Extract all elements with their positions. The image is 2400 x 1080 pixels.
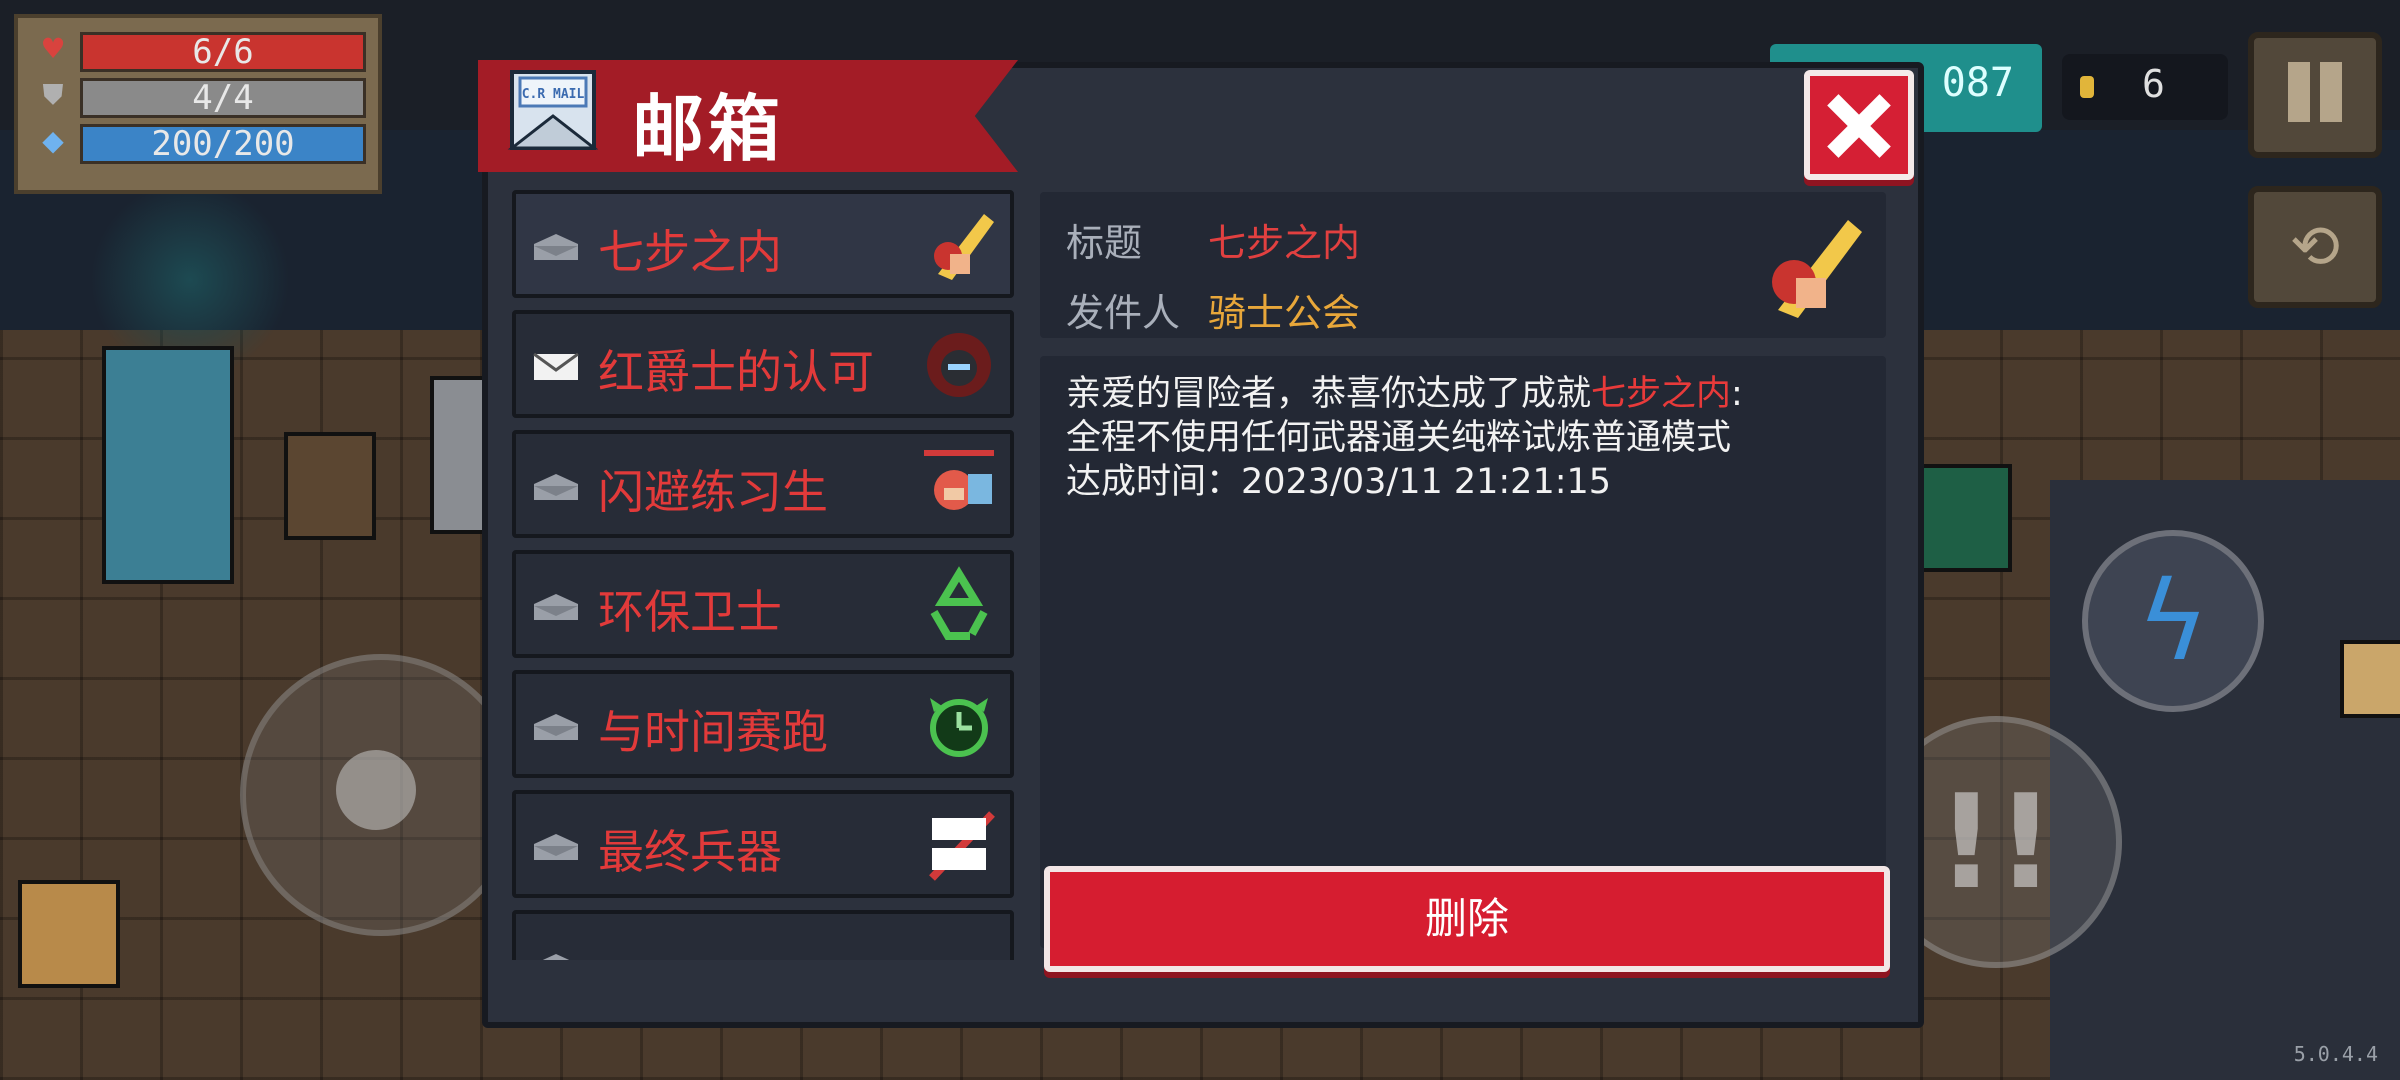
body-line-3: 达成时间：2023/03/11 21:21:15: [1066, 462, 1612, 502]
dialog-title: 邮箱: [632, 87, 785, 171]
pause-icon: [2288, 62, 2310, 122]
coin-value: 6: [2142, 62, 2165, 106]
opened-envelope-icon: [534, 834, 578, 860]
clock-icon: [930, 698, 988, 757]
energy-crystal-icon: ◆: [42, 124, 64, 157]
mail-item[interactable]: 最终兵器: [512, 790, 1014, 898]
swap-icon: ⟲: [2289, 212, 2341, 282]
joystick-knob[interactable]: [336, 750, 416, 830]
vending-machine: [102, 346, 234, 584]
sword-burst-icon: [1772, 220, 1862, 318]
close-button[interactable]: [1804, 70, 1914, 180]
opened-envelope-icon: [534, 474, 578, 500]
final-weapon-icon: [929, 811, 995, 881]
mail-item[interactable]: 闪避练习生: [512, 430, 1014, 538]
cabinet: [284, 432, 376, 540]
red-knight-helmet-icon: [927, 333, 991, 397]
mail-item-label: 红爵士的认可: [598, 345, 874, 399]
dodge-character-icon: [924, 450, 994, 510]
energy-value: 200/200: [80, 124, 366, 164]
shop-counter: [1910, 464, 2012, 572]
mail-item-label: 七步之内: [598, 225, 782, 279]
opened-envelope-icon: [534, 714, 578, 740]
coin-counter: 6: [2062, 54, 2228, 120]
skill-button[interactable]: ϟ: [2082, 530, 2264, 712]
opened-envelope-icon: [542, 954, 570, 960]
hp-row: ♥ 6/6: [38, 30, 368, 72]
notice-board: [2340, 640, 2400, 718]
mailbox-icon: C.R MAIL: [507, 70, 599, 150]
mail-item[interactable]: 红爵士的认可: [512, 310, 1014, 418]
opened-envelope-icon: [534, 594, 578, 620]
armor-value: 4/4: [80, 78, 366, 118]
title-field-label: 标题: [1066, 221, 1143, 265]
mail-body: 亲爱的冒险者，恭喜你达成了成就七步之内: 全程不使用任何武器通关纯粹试炼普通模式…: [1066, 372, 1866, 504]
pause-button[interactable]: [2248, 32, 2382, 158]
attack-icon: !!: [1936, 766, 2056, 918]
closed-envelope-icon: [533, 352, 579, 380]
status-panel: ♥ 6/6 ⛊ 4/4 ◆ 200/200: [14, 14, 382, 194]
npc-character: [18, 880, 120, 988]
lightning-icon: ϟ: [2136, 557, 2210, 685]
mail-item-label: 最终兵器: [598, 825, 782, 879]
mail-item-label: 与时间赛跑: [598, 705, 828, 759]
body-line-2: 全程不使用任何武器通关纯粹试炼普通模式: [1066, 418, 1732, 458]
body-line-1: 亲爱的冒险者，恭喜你达成了成就七步之内:: [1066, 374, 1743, 414]
mail-item-label: 环保卫士: [598, 585, 782, 639]
version-label: 5.0.4.4: [2293, 1042, 2378, 1066]
delete-button[interactable]: 删除: [1044, 866, 1890, 972]
mail-item[interactable]: 七步之内: [512, 190, 1014, 298]
opened-envelope-icon: [534, 234, 578, 260]
mail-icon-text: C.R MAIL: [522, 87, 585, 102]
pause-icon-bar: [2320, 62, 2342, 122]
mail-title: 七步之内: [1208, 221, 1361, 265]
gem-value: 087: [1941, 60, 2014, 106]
hp-value: 6/6: [80, 32, 366, 72]
mail-list[interactable]: 七步之内 红爵士的认可 闪避练习生 环保卫士 与时间赛跑 最终兵器: [512, 190, 1018, 960]
movement-joystick[interactable]: [240, 654, 522, 936]
achievement-name: 七步之内: [1591, 374, 1732, 414]
sword-burst-icon: [934, 214, 994, 280]
heart-icon: ♥: [40, 32, 66, 65]
coin-icon: [2080, 76, 2094, 98]
mail-item[interactable]: 与时间赛跑: [512, 670, 1014, 778]
mail-sender: 骑士公会: [1208, 291, 1361, 335]
shield-icon: ⛊: [42, 78, 64, 111]
sender-field-label: 发件人: [1066, 291, 1181, 335]
energy-row: ◆ 200/200: [38, 122, 368, 164]
mail-item[interactable]: 环保卫士: [512, 550, 1014, 658]
armor-row: ⛊ 4/4: [38, 76, 368, 118]
mail-item-partial[interactable]: [512, 910, 1014, 960]
mail-item-label: 闪避练习生: [598, 465, 828, 519]
recycle-icon: [930, 566, 988, 640]
swap-weapon-button[interactable]: ⟲: [2248, 186, 2382, 308]
